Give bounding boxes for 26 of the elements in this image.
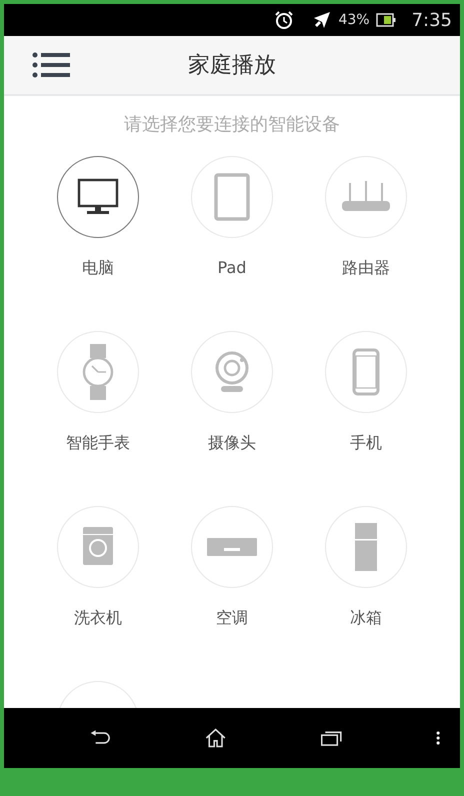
refrigerator-icon [354, 522, 378, 572]
monitor-icon [76, 177, 120, 217]
battery-icon [376, 13, 396, 27]
alarm-clock-icon [274, 10, 294, 30]
washing-machine-icon [82, 526, 114, 568]
device-label: 智能手表 [66, 433, 130, 454]
device-label: 摄像头 [208, 433, 256, 454]
airplane-icon [312, 10, 332, 30]
tablet-icon [214, 173, 250, 221]
air-conditioner-icon [206, 536, 258, 558]
battery-percentage: 43% [338, 12, 370, 28]
device-label: Pad [218, 258, 246, 277]
clock-time: 7:35 [412, 10, 452, 30]
instruction-text: 请选择您要连接的智能设备 [123, 113, 341, 136]
device-button[interactable] [57, 156, 139, 238]
device-label: 冰箱 [350, 608, 382, 629]
screen-title: 家庭播放 [188, 52, 276, 80]
device-label: 空调 [216, 608, 248, 629]
device-label: 洗衣机 [74, 608, 122, 629]
menu-button[interactable] [32, 52, 70, 78]
device-label: 路由器 [342, 258, 390, 279]
device-label: 电脑 [82, 258, 114, 279]
menu-icon [32, 52, 70, 78]
device-label: 手机 [350, 433, 382, 454]
smartphone-icon [352, 348, 380, 396]
wristwatch-icon [80, 343, 116, 401]
